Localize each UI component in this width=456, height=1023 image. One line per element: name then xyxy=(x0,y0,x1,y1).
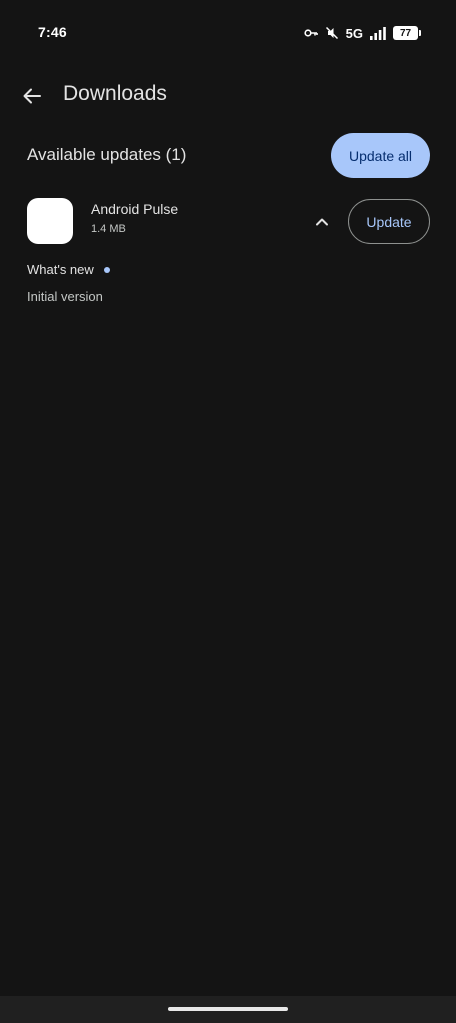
navigation-bar xyxy=(0,996,456,1023)
battery-icon: 77 xyxy=(393,26,421,40)
vpn-key-icon xyxy=(304,29,318,37)
whats-new: What's new xyxy=(27,262,110,277)
back-button[interactable] xyxy=(12,76,52,116)
network-type: 5G xyxy=(345,25,363,41)
chevron-up-icon xyxy=(316,218,328,226)
update-all-button[interactable]: Update all xyxy=(331,133,430,178)
list-item[interactable]: Android Pulse 1.4 MB Update xyxy=(0,192,456,252)
whats-new-label: What's new xyxy=(27,262,94,277)
app-size: 1.4 MB xyxy=(91,223,126,235)
release-notes: Initial version xyxy=(27,289,103,304)
collapse-button[interactable] xyxy=(306,206,338,238)
battery-level: 77 xyxy=(399,27,412,39)
new-indicator-dot xyxy=(103,266,110,273)
top-app-bar: Downloads xyxy=(0,72,456,120)
page-title: Downloads xyxy=(63,82,167,105)
status-time: 7:46 xyxy=(38,24,67,40)
vibrate-off-icon xyxy=(325,26,338,40)
status-icons: 5G 77 xyxy=(304,24,421,42)
available-updates-header: Available updates (1) Update all xyxy=(0,132,456,180)
section-title: Available updates (1) xyxy=(27,145,187,164)
home-indicator[interactable] xyxy=(168,1007,288,1011)
signal-icon xyxy=(370,26,386,40)
app-name: Android Pulse xyxy=(91,201,179,217)
status-bar: 7:46 5G 77 xyxy=(0,0,456,64)
app-icon xyxy=(27,198,73,244)
screen: 7:46 5G 77 Downloads Available updates (… xyxy=(0,0,456,1023)
arrow-back-icon xyxy=(23,88,41,104)
update-button[interactable]: Update xyxy=(348,199,430,244)
